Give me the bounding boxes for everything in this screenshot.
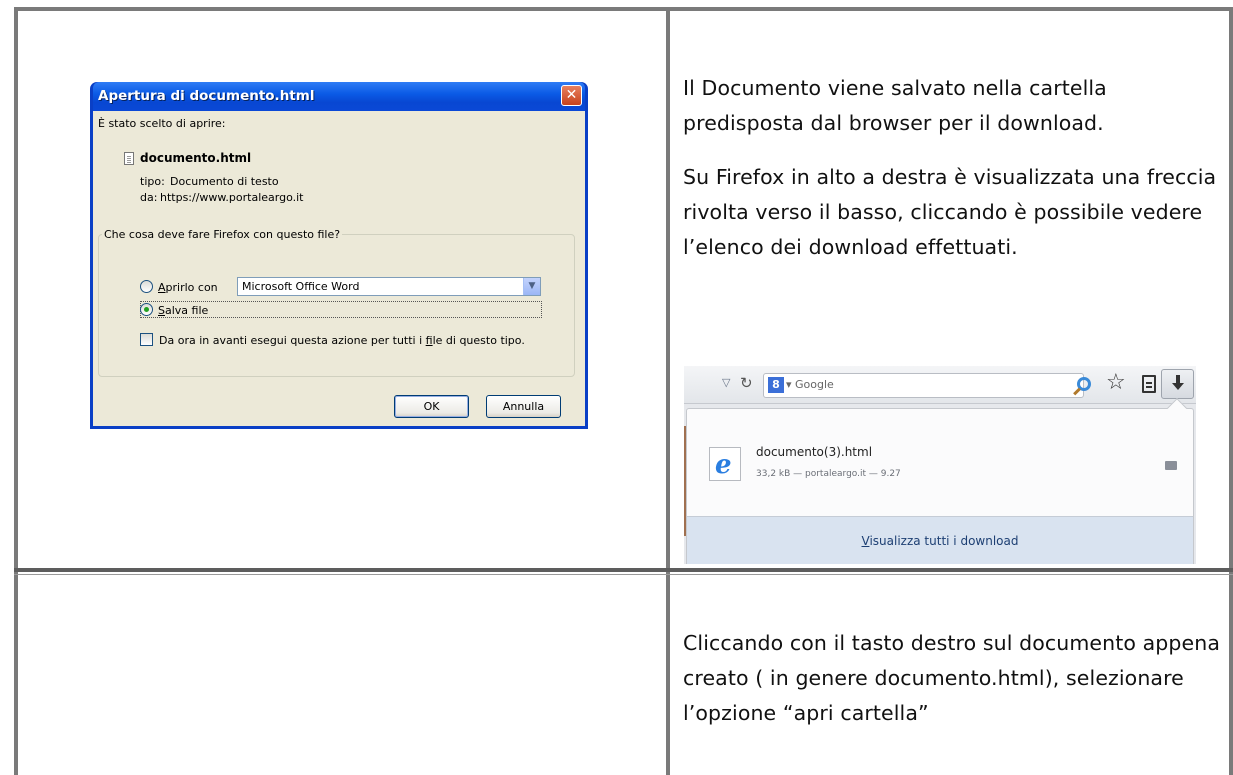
table-border-middle bbox=[666, 7, 670, 775]
save-file-label: Salva file bbox=[158, 304, 208, 317]
firefox-toolbar: ▽ ↻ 8 ▾ Google ☆ bbox=[684, 366, 1196, 404]
table-row-divider bbox=[14, 568, 1233, 572]
internet-explorer-icon: e bbox=[709, 447, 741, 481]
row1-text-cell: Il Documento viene salvato nella cartell… bbox=[683, 71, 1223, 284]
dialog-intro: È stato scelto di aprire: bbox=[98, 117, 226, 130]
downloads-panel: e documento(3).html 33,2 kB — portalearg… bbox=[686, 398, 1194, 564]
open-with-app: Microsoft Office Word bbox=[242, 280, 360, 293]
document-icon bbox=[124, 152, 134, 165]
save-file-label-rest: alva file bbox=[164, 304, 209, 317]
search-engine-label: ▾ Google bbox=[786, 378, 834, 391]
group-label: Che cosa deve fare Firefox con questo fi… bbox=[102, 228, 343, 241]
chevron-down-icon[interactable]: ▼ bbox=[523, 278, 540, 295]
firefox-downloads-screenshot: ▽ ↻ 8 ▾ Google ☆ e documento(3).html 33,… bbox=[684, 366, 1196, 564]
open-with-radio[interactable] bbox=[140, 280, 153, 293]
google-icon: 8 bbox=[768, 377, 784, 393]
always-do-post: ile di questo tipo. bbox=[432, 334, 525, 347]
search-engine-name: Google bbox=[795, 378, 834, 391]
type-value: Documento di testo bbox=[170, 175, 279, 188]
from-label: da: bbox=[140, 191, 158, 204]
row1-paragraph-2: Su Firefox in alto a destra è visualizza… bbox=[683, 165, 1217, 259]
save-file-radio[interactable] bbox=[140, 303, 153, 316]
search-icon[interactable] bbox=[1077, 377, 1091, 391]
always-do-label: Da ora in avanti esegui questa azione pe… bbox=[159, 334, 525, 347]
dialog-titlebar: Apertura di documento.html ✕ bbox=[93, 82, 585, 111]
dialog-file-name: documento.html bbox=[140, 151, 252, 165]
row2-left-cell bbox=[18, 575, 666, 775]
bookmark-star-icon[interactable]: ☆ bbox=[1106, 370, 1126, 395]
dropdown-arrow-icon[interactable]: ▽ bbox=[722, 376, 730, 389]
always-do-pre: Da ora in avanti esegui questa azione pe… bbox=[159, 334, 426, 347]
type-label: tipo: bbox=[140, 175, 165, 188]
ok-button[interactable]: OK bbox=[394, 395, 469, 418]
open-with-accesskey: A bbox=[158, 281, 166, 294]
show-all-downloads-bar[interactable]: Visualizza tutti i download bbox=[687, 516, 1193, 564]
show-all-rest: isualizza tutti i download bbox=[869, 534, 1019, 548]
folder-icon[interactable] bbox=[1165, 461, 1177, 470]
open-with-select[interactable]: Microsoft Office Word ▼ bbox=[237, 277, 541, 296]
open-with-label: Aprirlo con bbox=[158, 281, 218, 294]
row2-paragraph-1: Cliccando con il tasto destro sul docume… bbox=[683, 631, 1220, 725]
dialog-body: È stato scelto di aprire: documento.html… bbox=[93, 111, 585, 426]
bookmarks-menu-icon[interactable] bbox=[1142, 375, 1156, 393]
always-do-checkbox[interactable] bbox=[140, 333, 153, 346]
download-arrow-icon bbox=[1172, 375, 1184, 392]
close-icon[interactable]: ✕ bbox=[561, 85, 582, 106]
reload-icon[interactable]: ↻ bbox=[740, 374, 753, 392]
always-do-accesskey: f bbox=[425, 334, 433, 347]
open-with-label-rest: prirlo con bbox=[165, 281, 218, 294]
row2-text-cell: Cliccando con il tasto destro sul docume… bbox=[683, 626, 1223, 750]
download-meta: 33,2 kB — portaleargo.it — 9.27 bbox=[756, 469, 901, 479]
save-file-accesskey: S bbox=[158, 304, 165, 317]
from-value: https://www.portaleargo.it bbox=[160, 191, 304, 204]
open-file-dialog: Apertura di documento.html ✕ È stato sce… bbox=[90, 82, 588, 429]
cancel-button[interactable]: Annulla bbox=[486, 395, 561, 418]
table-border-top bbox=[14, 7, 1233, 11]
dialog-title: Apertura di documento.html bbox=[98, 88, 315, 104]
table-border-right bbox=[1229, 7, 1233, 775]
show-all-downloads-link[interactable]: Visualizza tutti i download bbox=[687, 534, 1193, 548]
download-file-name[interactable]: documento(3).html bbox=[756, 445, 872, 459]
row1-paragraph-1: Il Documento viene salvato nella cartell… bbox=[683, 76, 1107, 135]
search-box[interactable]: 8 ▾ Google bbox=[763, 373, 1084, 398]
downloads-button[interactable] bbox=[1161, 369, 1194, 399]
